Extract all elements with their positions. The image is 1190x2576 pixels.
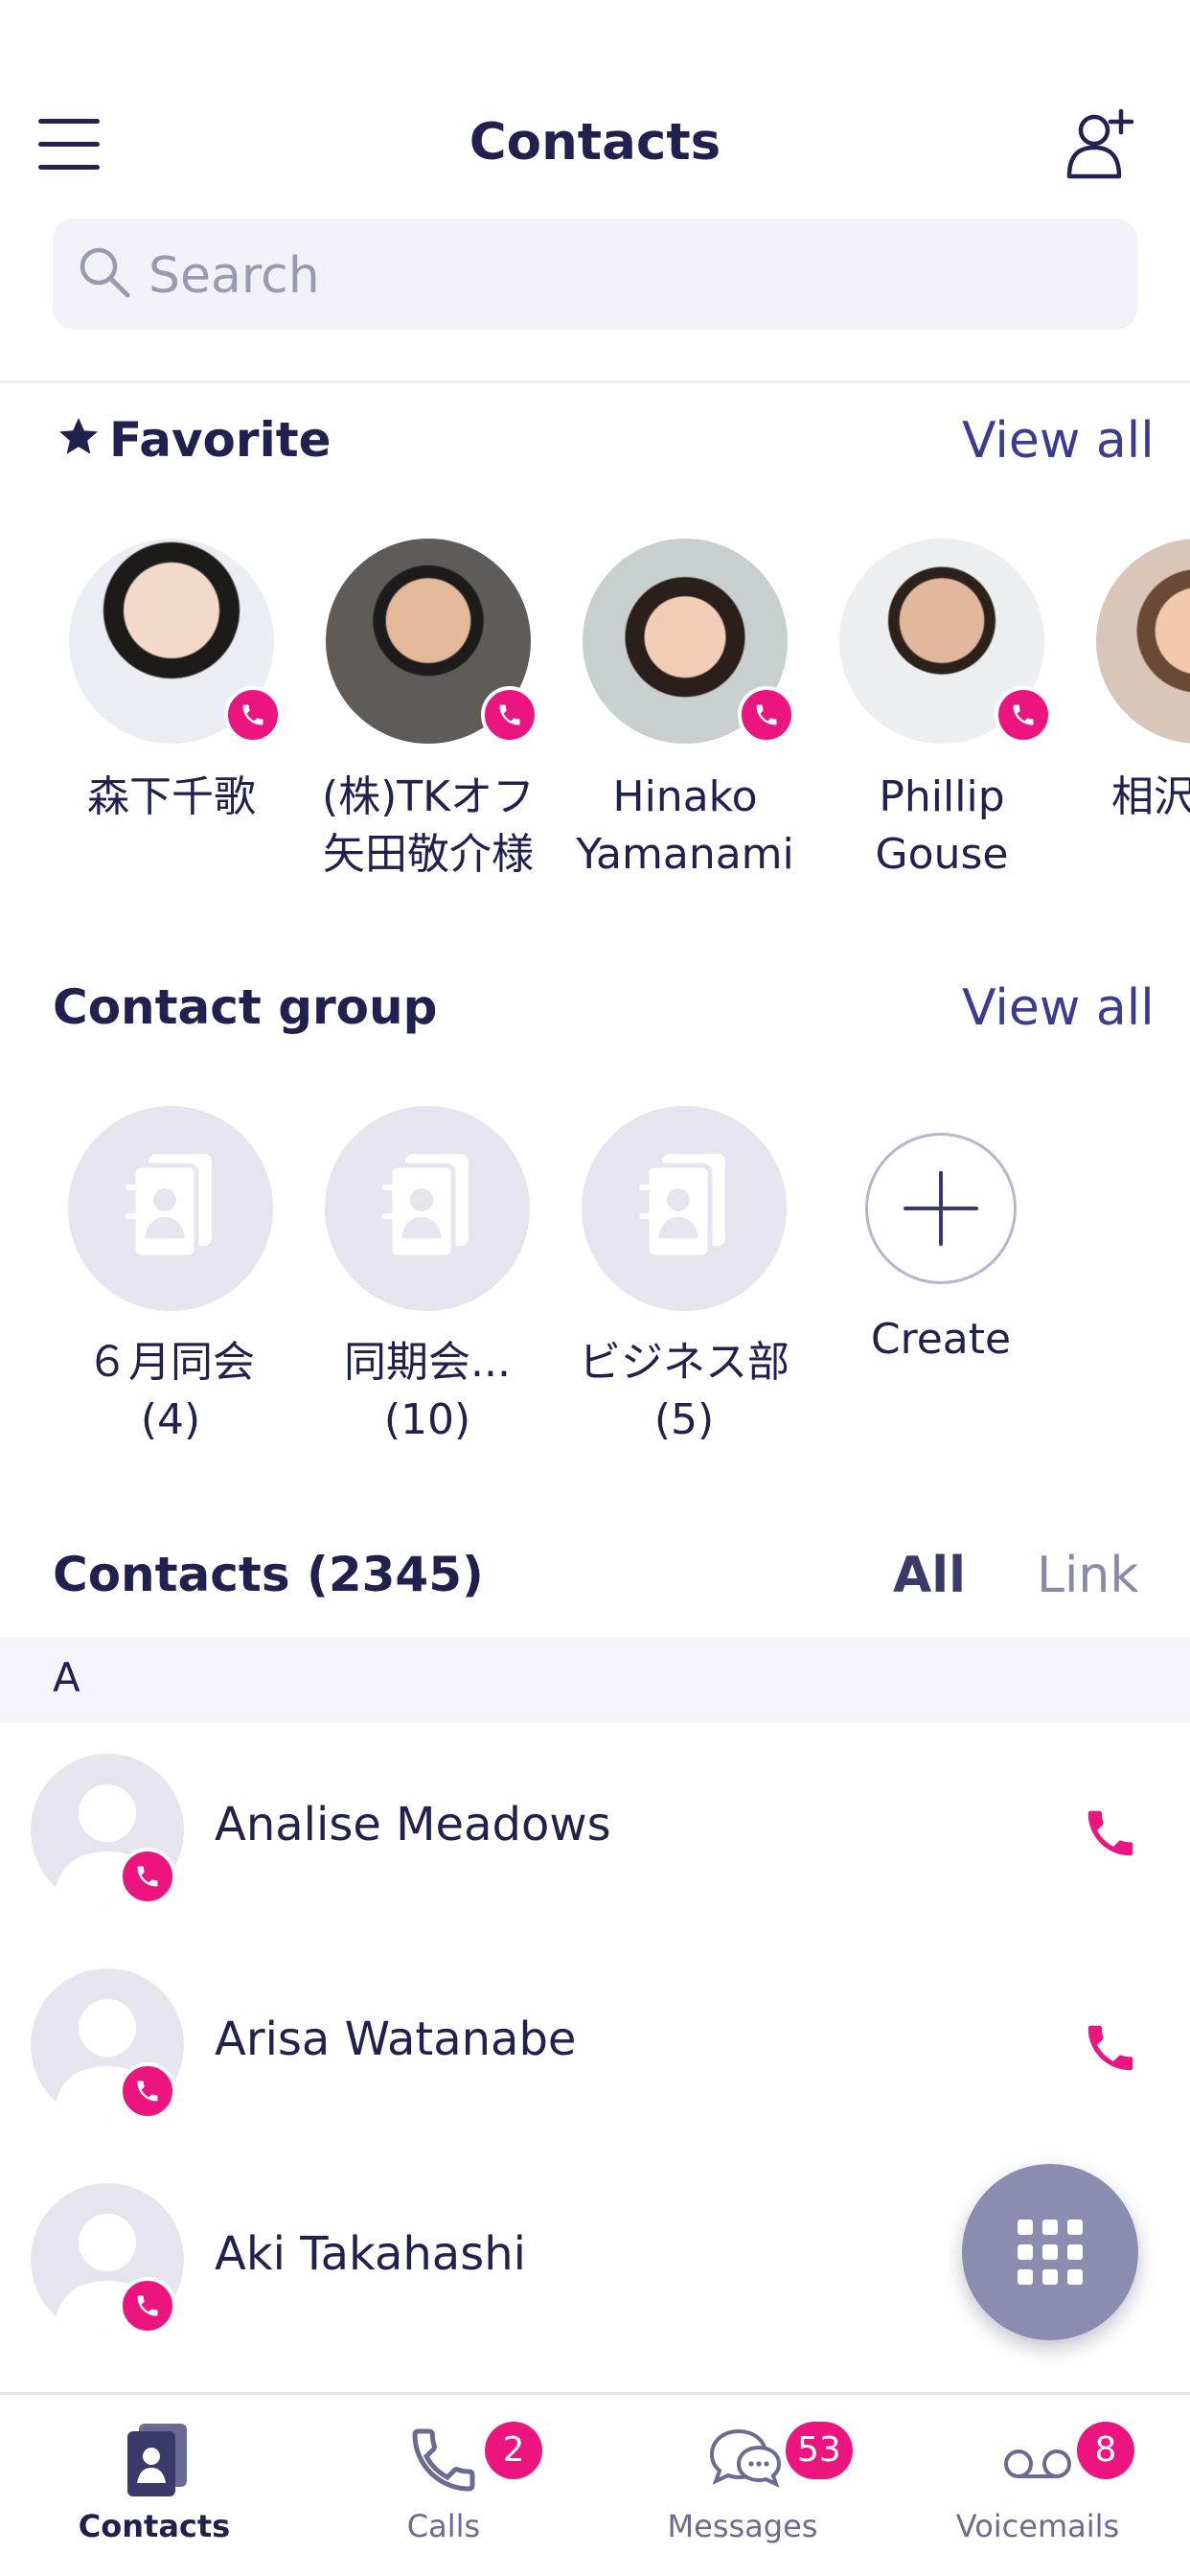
contacts-icon bbox=[116, 2422, 193, 2498]
star-icon bbox=[59, 418, 98, 454]
phone-badge-icon bbox=[119, 2062, 176, 2120]
filter-link-tab[interactable]: Link bbox=[1037, 1547, 1139, 1604]
create-group-button[interactable]: Create bbox=[826, 1106, 1056, 1368]
tab-calls[interactable]: 2 Calls bbox=[295, 2395, 592, 2576]
contact-group-item[interactable]: ６月同会 (4) bbox=[56, 1106, 286, 1449]
bottom-tab-bar: Contacts 2 Calls 53 Messages 8 Voicemail… bbox=[0, 2392, 1190, 2576]
app-header: Contacts Search bbox=[0, 0, 1190, 383]
phone-badge-icon bbox=[995, 686, 1052, 744]
contact-name: Aki Takahashi bbox=[215, 2227, 526, 2281]
group-name: ビジネス部 bbox=[579, 1338, 790, 1387]
avatar bbox=[326, 539, 538, 744]
chat-icon bbox=[704, 2422, 782, 2498]
favorite-contact[interactable]: (株)TKオフ矢田敬介様 bbox=[318, 539, 538, 884]
messages-count-badge: 53 bbox=[786, 2422, 853, 2479]
favorite-contact[interactable]: 森下千歌 bbox=[61, 539, 282, 826]
contact-group-item[interactable]: ビジネス部 (5) bbox=[569, 1106, 799, 1449]
group-name: 同期会... bbox=[344, 1338, 511, 1387]
dialpad-icon bbox=[1018, 2220, 1083, 2285]
phone-icon bbox=[405, 2422, 482, 2498]
favorite-name: Hinako Yamanami bbox=[576, 772, 794, 879]
voicemails-count-badge: 8 bbox=[1077, 2422, 1134, 2479]
favorites-title: Favorite bbox=[109, 412, 332, 468]
favorite-name: 相沢 bbox=[1111, 772, 1190, 821]
calls-count-badge: 2 bbox=[485, 2422, 542, 2479]
contact-row[interactable]: Arisa Watanabe bbox=[0, 1938, 1190, 2152]
avatar bbox=[69, 539, 282, 744]
contact-name: Arisa Watanabe bbox=[215, 2012, 577, 2066]
voicemail-icon bbox=[999, 2422, 1076, 2498]
group-count: (5) bbox=[653, 1395, 715, 1444]
call-icon[interactable] bbox=[1081, 2018, 1140, 2078]
tab-contacts[interactable]: Contacts bbox=[6, 2395, 303, 2576]
address-book-icon bbox=[325, 1106, 530, 1311]
tab-messages[interactable]: 53 Messages bbox=[594, 2395, 891, 2576]
tab-label: Contacts bbox=[78, 2508, 231, 2544]
tab-label: Voicemails bbox=[955, 2508, 1120, 2544]
favorites-heading: Favorite bbox=[56, 412, 332, 468]
avatar bbox=[839, 539, 1052, 744]
index-letter: A bbox=[53, 1654, 80, 1701]
page-title: Contacts bbox=[469, 113, 721, 172]
contact-row[interactable]: Analise Meadows bbox=[0, 1723, 1190, 1938]
group-count: (10) bbox=[383, 1395, 471, 1444]
phone-badge-icon bbox=[481, 686, 538, 744]
tab-voicemails[interactable]: 8 Voicemails bbox=[889, 2395, 1186, 2576]
favorites-view-all-link[interactable]: View all bbox=[962, 412, 1155, 470]
tab-label: Messages bbox=[667, 2508, 818, 2544]
favorite-name: Phillip Gouse bbox=[875, 772, 1009, 879]
group-name: ６月同会 bbox=[86, 1338, 255, 1387]
favorite-contact[interactable]: Phillip Gouse bbox=[832, 539, 1052, 884]
plus-icon bbox=[865, 1133, 1017, 1284]
contact-group-heading: Contact group bbox=[53, 979, 438, 1035]
search-input[interactable]: Search bbox=[53, 218, 1137, 330]
filter-all-tab[interactable]: All bbox=[893, 1547, 966, 1604]
favorite-contact[interactable]: Hinako Yamanami bbox=[575, 539, 795, 884]
contact-group-item[interactable]: 同期会... (10) bbox=[312, 1106, 542, 1449]
avatar bbox=[583, 539, 795, 744]
favorite-name: 森下千歌 bbox=[87, 772, 256, 821]
contact-name: Analise Meadows bbox=[215, 1798, 611, 1852]
phone-badge-icon bbox=[119, 1848, 176, 1905]
phone-badge-icon bbox=[738, 686, 795, 744]
index-header: A bbox=[0, 1637, 1190, 1723]
contacts-count-heading: Contacts (2345) bbox=[53, 1547, 484, 1602]
address-book-icon bbox=[582, 1106, 787, 1311]
call-icon[interactable] bbox=[1081, 1804, 1140, 1863]
search-placeholder: Search bbox=[149, 247, 320, 305]
add-contact-icon[interactable] bbox=[1062, 105, 1138, 182]
favorite-name: (株)TKオフ矢田敬介様 bbox=[321, 772, 536, 879]
address-book-icon bbox=[68, 1106, 273, 1311]
avatar bbox=[1096, 539, 1190, 744]
create-label: Create bbox=[870, 1315, 1012, 1364]
group-count: (4) bbox=[140, 1395, 201, 1444]
search-icon bbox=[76, 243, 133, 301]
tab-label: Calls bbox=[406, 2508, 481, 2544]
groups-view-all-link[interactable]: View all bbox=[962, 979, 1155, 1037]
dialpad-button[interactable] bbox=[962, 2164, 1138, 2340]
phone-badge-icon bbox=[224, 686, 282, 744]
favorite-contact[interactable]: 相沢 bbox=[1088, 539, 1190, 826]
phone-badge-icon bbox=[119, 2277, 176, 2334]
